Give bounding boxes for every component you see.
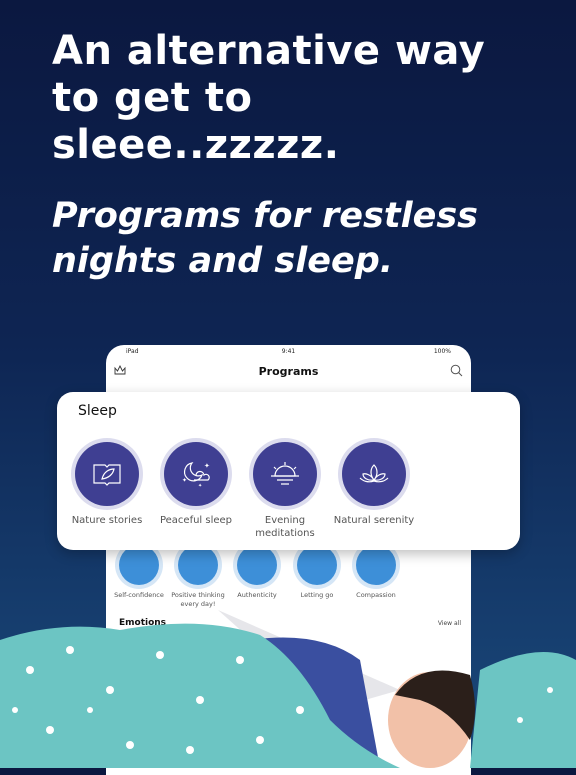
sunset-icon — [271, 462, 299, 485]
program-icon — [297, 545, 337, 585]
program-item[interactable]: Authenticity — [227, 545, 287, 600]
sleep-item-evening-meditations[interactable]: Evening meditations — [240, 442, 330, 540]
sleep-title: Sleep — [78, 403, 117, 419]
svg-text:✦: ✦ — [182, 477, 187, 484]
sleep-item-nature-stories[interactable]: Nature stories — [62, 442, 152, 527]
page-title: Programs — [258, 365, 319, 378]
program-label: Authenticity — [237, 591, 277, 599]
search-icon[interactable] — [450, 364, 463, 377]
program-icon — [119, 545, 159, 585]
clock: 9:41 — [281, 348, 296, 355]
moon-stars-icon: ✦ ✦ ✦ — [182, 462, 210, 488]
program-icon — [356, 545, 396, 585]
status-bar: iPad 9:41 100% — [106, 347, 471, 357]
sleep-item-natural-serenity[interactable]: Natural serenity — [329, 442, 419, 527]
svg-text:✦: ✦ — [204, 462, 210, 470]
program-label: Self-confidence — [114, 591, 164, 599]
program-item[interactable]: Self-confidence — [109, 545, 169, 600]
svg-text:✦: ✦ — [198, 483, 202, 488]
battery: 100% — [433, 348, 451, 355]
sleeping-person-illustration — [0, 610, 576, 768]
program-item[interactable]: Letting go — [287, 545, 347, 600]
program-label: Letting go — [300, 591, 334, 599]
program-item[interactable]: Compassion — [346, 545, 406, 600]
program-label: Compassion — [356, 591, 396, 599]
sleep-card: Sleep Nature stories ✦ ✦ ✦ Peaceful sleep … — [57, 392, 520, 550]
subheadline: Programs for restless nights and sleep. — [52, 196, 478, 281]
sleep-item-label: Nature stories — [71, 515, 143, 526]
headline: An alternative way to get to sleee..zzzz… — [52, 28, 486, 168]
book-leaf-icon — [93, 464, 121, 486]
sleep-item-label: Natural serenity — [333, 515, 415, 526]
sleep-item-label: Peaceful sleep — [159, 515, 233, 526]
sleep-item-peaceful-sleep[interactable]: ✦ ✦ ✦ Peaceful sleep — [151, 442, 241, 527]
lotus-icon — [359, 464, 389, 483]
sleep-item-label: Evening meditations — [255, 515, 315, 539]
program-icon — [178, 545, 218, 585]
program-icon — [237, 545, 277, 585]
